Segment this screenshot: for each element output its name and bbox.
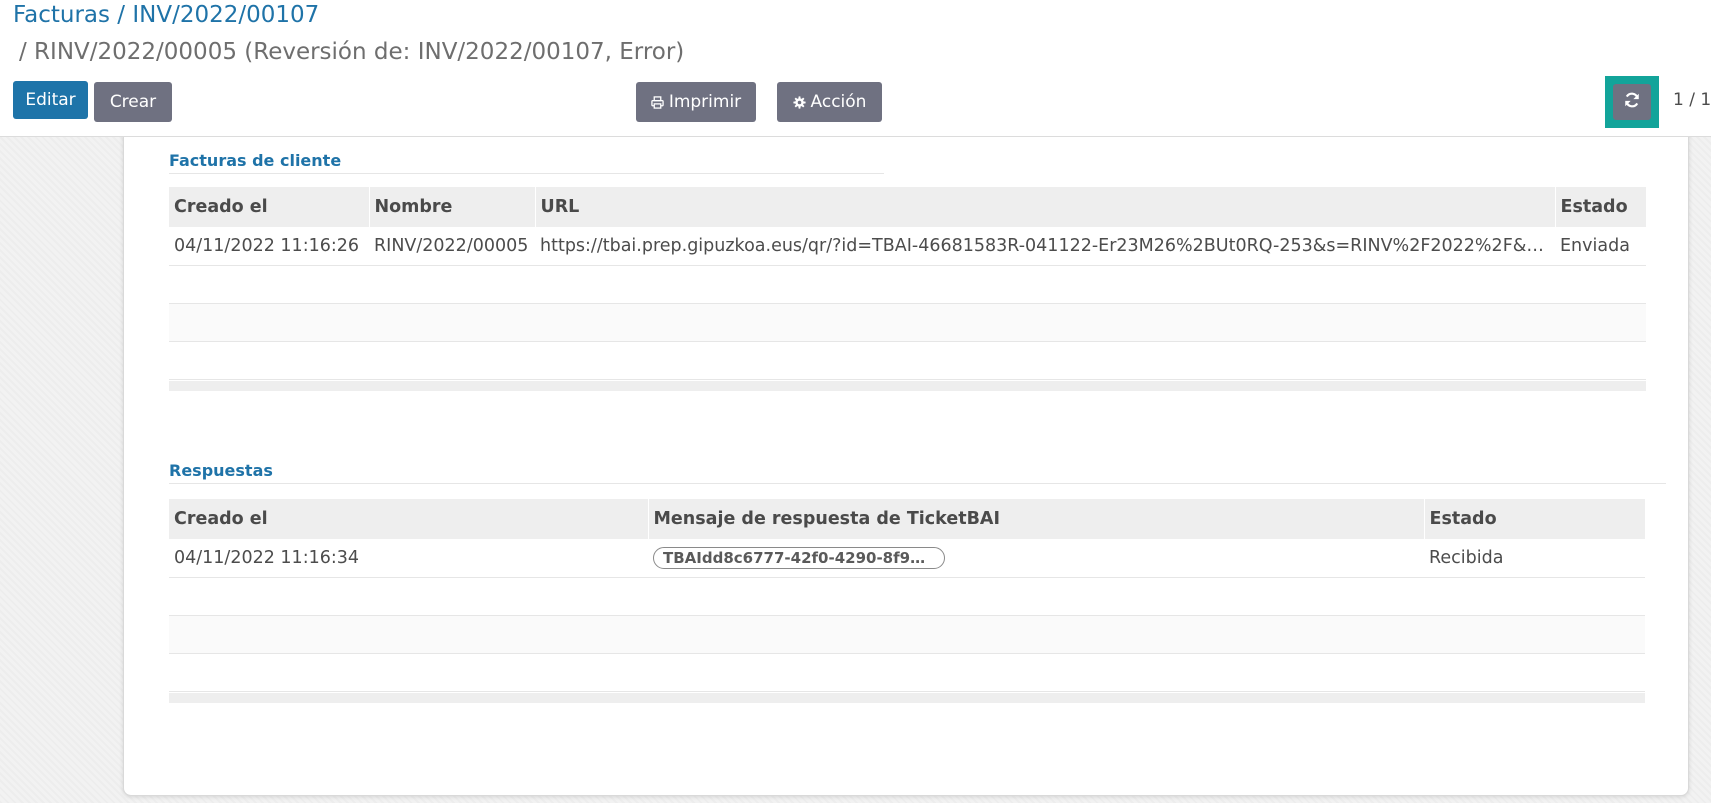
breadcrumb: Facturas / INV/2022/00107 bbox=[13, 2, 319, 28]
table-row[interactable]: 04/11/2022 11:16:26 RINV/2022/00005 http… bbox=[169, 227, 1646, 266]
cell-url: https://tbai.prep.gipuzkoa.eus/qr/?id=TB… bbox=[535, 227, 1555, 266]
cell-status: Enviada bbox=[1555, 227, 1646, 266]
refresh-button[interactable] bbox=[1613, 84, 1651, 120]
breadcrumb-separator: / bbox=[110, 2, 133, 28]
column-header-created[interactable]: Creado el bbox=[169, 187, 370, 227]
form-sheet: Facturas de cliente Creado el Nombre URL… bbox=[123, 128, 1689, 796]
gear-icon bbox=[792, 95, 806, 109]
responses-table: Creado el Mensaje de respuesta de Ticket… bbox=[169, 499, 1645, 692]
invoices-table: Creado el Nombre URL Estado 04/11/2022 1… bbox=[169, 187, 1646, 380]
breadcrumb-current-record: / RINV/2022/00005 (Reversión de: INV/202… bbox=[19, 39, 685, 65]
print-icon bbox=[651, 95, 664, 109]
column-header-created[interactable]: Creado el bbox=[169, 499, 649, 539]
action-button[interactable]: Acción bbox=[777, 82, 882, 122]
invoices-section-title: Facturas de cliente bbox=[169, 151, 342, 170]
create-button[interactable]: Crear bbox=[94, 82, 172, 122]
refresh-icon bbox=[1623, 91, 1641, 113]
action-button-label: Acción bbox=[810, 92, 867, 112]
cell-response-message: TBAIdd8c6777-42f0-4290-8f98… bbox=[648, 539, 1424, 578]
breadcrumb-invoices-link[interactable]: Facturas bbox=[13, 2, 110, 28]
column-header-url[interactable]: URL bbox=[535, 187, 1556, 227]
responses-table-header: Creado el Mensaje de respuesta de Ticket… bbox=[169, 499, 1645, 539]
empty-row bbox=[169, 653, 1645, 692]
empty-row bbox=[169, 615, 1645, 654]
refresh-button-highlight bbox=[1605, 76, 1659, 128]
column-header-status[interactable]: Estado bbox=[1555, 187, 1646, 227]
column-header-status[interactable]: Estado bbox=[1424, 499, 1645, 539]
response-message-badge[interactable]: TBAIdd8c6777-42f0-4290-8f98… bbox=[653, 546, 945, 569]
column-header-name[interactable]: Nombre bbox=[369, 187, 536, 227]
responses-section-title: Respuestas bbox=[169, 461, 273, 480]
invoices-table-footer bbox=[169, 381, 1646, 391]
empty-row bbox=[169, 303, 1646, 342]
control-panel: Facturas / INV/2022/00107 / RINV/2022/00… bbox=[0, 0, 1711, 137]
table-row[interactable]: 04/11/2022 11:16:34 TBAIdd8c6777-42f0-42… bbox=[169, 539, 1645, 578]
edit-button[interactable]: Editar bbox=[13, 81, 88, 119]
empty-row bbox=[169, 265, 1646, 304]
cell-status: Recibida bbox=[1424, 539, 1645, 578]
print-button[interactable]: Imprimir bbox=[636, 82, 756, 122]
cell-name: RINV/2022/00005 bbox=[369, 227, 535, 266]
print-button-label: Imprimir bbox=[668, 92, 742, 112]
cell-created: 04/11/2022 11:16:26 bbox=[169, 227, 369, 266]
cell-created: 04/11/2022 11:16:34 bbox=[169, 539, 648, 578]
breadcrumb-parent-invoice-link[interactable]: INV/2022/00107 bbox=[132, 2, 319, 28]
pager-value: 1 / 1 bbox=[1673, 90, 1711, 110]
empty-row bbox=[169, 577, 1645, 616]
responses-section-divider bbox=[169, 483, 1666, 484]
empty-row bbox=[169, 341, 1646, 380]
column-header-response-message[interactable]: Mensaje de respuesta de TicketBAI bbox=[648, 499, 1425, 539]
responses-table-footer bbox=[169, 693, 1645, 703]
invoices-table-header: Creado el Nombre URL Estado bbox=[169, 187, 1646, 227]
invoices-section-divider bbox=[169, 173, 884, 174]
